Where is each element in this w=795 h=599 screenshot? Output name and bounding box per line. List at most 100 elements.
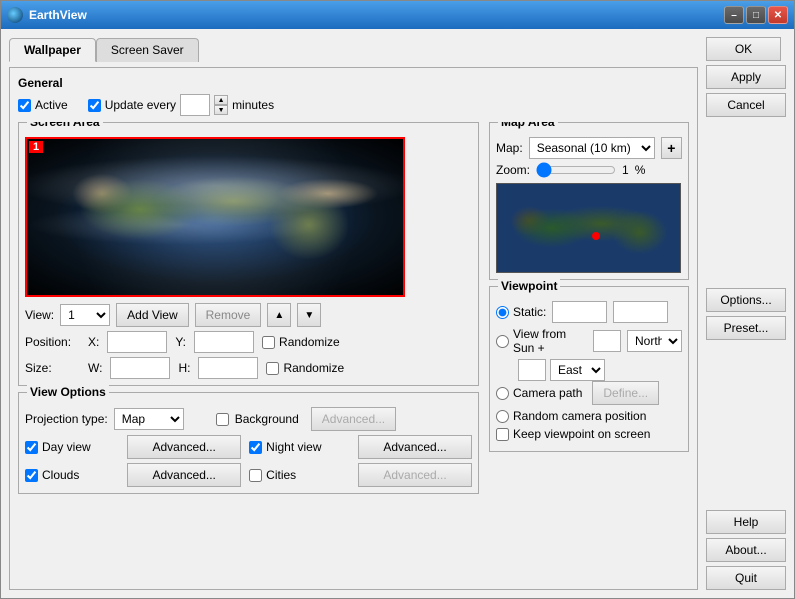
cities-checkbox[interactable] [249,469,262,482]
tab-screen-saver[interactable]: Screen Saver [96,38,199,62]
add-map-button[interactable]: + [661,137,682,159]
view-select[interactable]: 1 [60,304,110,326]
cities-advanced-button[interactable]: Advanced... [358,463,472,487]
map-label: Map: [496,141,523,155]
options-button[interactable]: Options... [706,288,786,312]
keep-viewpoint-label[interactable]: Keep viewpoint on screen [496,427,650,441]
random-camera-radio-label[interactable]: Random camera position [496,409,646,423]
sun-val1-input[interactable]: 0? [593,330,621,352]
apply-button[interactable]: Apply [706,65,786,89]
y-input[interactable]: 0 [194,331,254,353]
active-checkbox[interactable] [18,99,31,112]
h-input[interactable]: 1080 [198,357,258,379]
maximize-button[interactable]: □ [746,6,766,24]
viewpoint-group: Viewpoint Static: 0.00°N 0.00°E [489,286,689,452]
background-checkbox[interactable] [216,413,229,426]
close-button[interactable]: ✕ [768,6,788,24]
tab-wallpaper[interactable]: Wallpaper [9,38,96,62]
general-row: Active Update every 10 ▲ ▼ minutes [18,94,689,116]
sun-row: View from Sun + 0? North [496,327,682,355]
spinner-down[interactable]: ▼ [214,105,228,115]
clouds-advanced-button[interactable]: Advanced... [127,463,241,487]
viewpoint-content: Static: 0.00°N 0.00°E View from Sun + [496,301,682,441]
cities-label[interactable]: Cities [249,468,350,482]
map-area-title: Map Area [498,122,558,129]
static-lat-input[interactable]: 0.00°N [552,301,607,323]
remove-button[interactable]: Remove [195,303,262,327]
keep-viewpoint-text: Keep viewpoint on screen [513,427,650,441]
main-content: Wallpaper Screen Saver General Active [9,37,698,590]
background-advanced-button[interactable]: Advanced... [311,407,396,431]
camera-path-radio-label[interactable]: Camera path [496,386,582,400]
view-controls: View: 1 Add View Remove ▲ ▼ [25,303,472,379]
static-radio-label[interactable]: Static: [496,305,546,319]
camera-path-radio[interactable] [496,387,509,400]
zoom-percent: % [635,163,646,177]
keep-viewpoint-checkbox[interactable] [496,428,509,441]
randomize1-label[interactable]: Randomize [262,335,340,349]
minimize-button[interactable]: – [724,6,744,24]
spacer2 [706,344,786,507]
quit-button[interactable]: Quit [706,566,786,590]
view-label: View: [25,308,54,322]
day-view-checkbox[interactable] [25,441,38,454]
sun-radio[interactable] [496,335,509,348]
w-input[interactable]: 1920 [110,357,170,379]
map-row: Map: Seasonal (10 km) + [496,137,682,159]
night-view-advanced-button[interactable]: Advanced... [358,435,472,459]
sun-val2-input[interactable]: 0? [518,359,546,381]
spacer1 [706,121,786,284]
clouds-label[interactable]: Clouds [25,468,119,482]
randomize1-checkbox[interactable] [262,336,275,349]
position-row: Position: X: 0 Y: 0 Randomize [25,331,472,353]
day-view-label[interactable]: Day view [25,440,119,454]
preset-button[interactable]: Preset... [706,316,786,340]
sun-radio-label[interactable]: View from Sun + [496,327,587,355]
projection-select[interactable]: Map [114,408,184,430]
help-button[interactable]: Help [706,510,786,534]
side-buttons: OK Apply Cancel Options... Preset... Hel… [706,37,786,590]
night-view-checkbox[interactable] [249,441,262,454]
app-icon [7,7,23,23]
zoom-slider[interactable] [536,163,616,177]
x-input[interactable]: 0 [107,331,167,353]
spinner-up[interactable]: ▲ [214,95,228,105]
night-view-label[interactable]: Night view [249,440,350,454]
window-body: Wallpaper Screen Saver General Active [1,29,794,598]
map-preview-earth [497,184,680,272]
sun-label: View from Sun + [513,327,587,355]
clouds-checkbox[interactable] [25,469,38,482]
clouds-text: Clouds [42,468,79,482]
about-button[interactable]: About... [706,538,786,562]
cancel-button[interactable]: Cancel [706,93,786,117]
active-checkbox-label[interactable]: Active [18,98,68,112]
randomize2-text: Randomize [283,361,344,375]
randomize2-checkbox[interactable] [266,362,279,375]
update-value-input[interactable]: 10 [180,94,210,116]
define-button[interactable]: Define... [592,381,659,405]
update-checkbox[interactable] [88,99,101,112]
screen-area-content: 1 View: 1 Add View [25,137,472,379]
add-view-button[interactable]: Add View [116,303,188,327]
map-select[interactable]: Seasonal (10 km) [529,137,655,159]
random-camera-radio[interactable] [496,410,509,423]
general-section: General Active Update every 10 ▲ [18,76,689,116]
screen-number: 1 [29,141,43,153]
arrow-down-button[interactable]: ▼ [297,303,321,327]
day-view-advanced-button[interactable]: Advanced... [127,435,241,459]
ok-button[interactable]: OK [706,37,781,61]
camera-path-row: Camera path Define... [496,381,682,405]
randomize2-label[interactable]: Randomize [266,361,344,375]
screen-area-group: Screen Area 1 View: [18,122,479,386]
arrow-up-button[interactable]: ▲ [267,303,291,327]
static-lon-input[interactable]: 0.00°E [613,301,668,323]
position-label: Position: [25,335,80,349]
sun-dir2-select[interactable]: East [550,359,605,381]
size-label: Size: [25,361,80,375]
view-options-group: View Options Projection type: Map Ba [18,392,479,494]
update-label: Update every [105,98,176,112]
sun-dir1-select[interactable]: North [627,330,682,352]
view-options-grid: Day view Advanced... Night view Advanced… [25,435,472,487]
static-label: Static: [513,305,546,319]
static-radio[interactable] [496,306,509,319]
